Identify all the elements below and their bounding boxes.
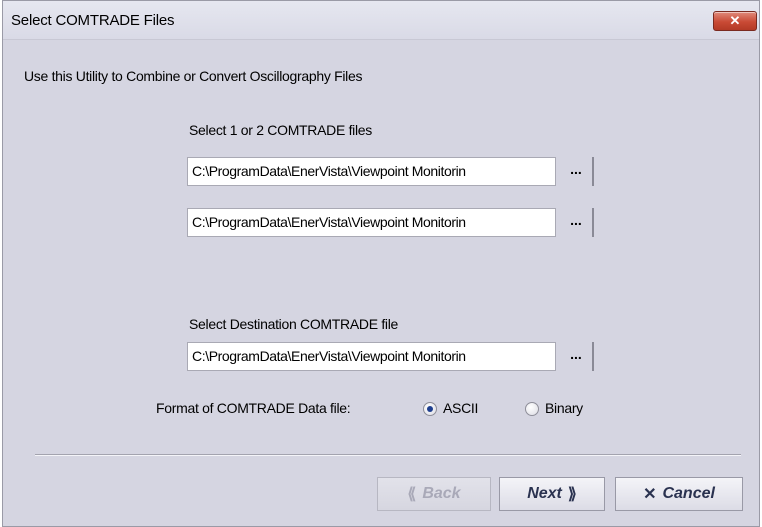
ascii-radio-label: ASCII: [443, 400, 479, 416]
destination-file-label: Select Destination COMTRADE file: [189, 316, 399, 332]
window-title: Select COMTRADE Files: [11, 12, 175, 29]
destination-file-input[interactable]: C:\ProgramData\EnerVista\Viewpoint Monit…: [187, 342, 556, 371]
cancel-x-icon: ✕: [643, 486, 657, 503]
source-files-label: Select 1 or 2 COMTRADE files: [189, 122, 372, 138]
select-comtrade-dialog: Select COMTRADE Files ✕ Use this Utility…: [2, 0, 760, 527]
browse-source-2-button[interactable]: ...: [560, 208, 594, 237]
double-chevron-left-icon: ⟪: [407, 486, 417, 503]
cancel-button-label: Cancel: [662, 485, 715, 502]
source-file-1-input[interactable]: C:\ProgramData\EnerVista\Viewpoint Monit…: [187, 157, 556, 186]
double-chevron-right-icon: ⟫: [567, 486, 577, 503]
separator: [35, 454, 741, 456]
close-icon: ✕: [729, 13, 741, 28]
cancel-button[interactable]: ✕ Cancel: [615, 477, 743, 511]
back-button-label: Back: [422, 485, 461, 502]
next-button[interactable]: Next ⟫: [499, 477, 605, 511]
next-button-label: Next: [527, 485, 562, 502]
browse-destination-button[interactable]: ...: [560, 342, 594, 371]
intro-text: Use this Utility to Combine or Convert O…: [24, 68, 363, 84]
binary-radio-label: Binary: [545, 400, 583, 416]
title-bar: Select COMTRADE Files ✕: [3, 1, 759, 40]
format-label: Format of COMTRADE Data file:: [156, 400, 351, 416]
back-button[interactable]: ⟪ Back: [377, 477, 491, 511]
ascii-radio[interactable]: [423, 402, 437, 416]
browse-source-1-button[interactable]: ...: [560, 157, 594, 186]
close-button[interactable]: ✕: [713, 11, 757, 31]
source-file-2-input[interactable]: C:\ProgramData\EnerVista\Viewpoint Monit…: [187, 208, 556, 237]
binary-radio[interactable]: [525, 402, 539, 416]
